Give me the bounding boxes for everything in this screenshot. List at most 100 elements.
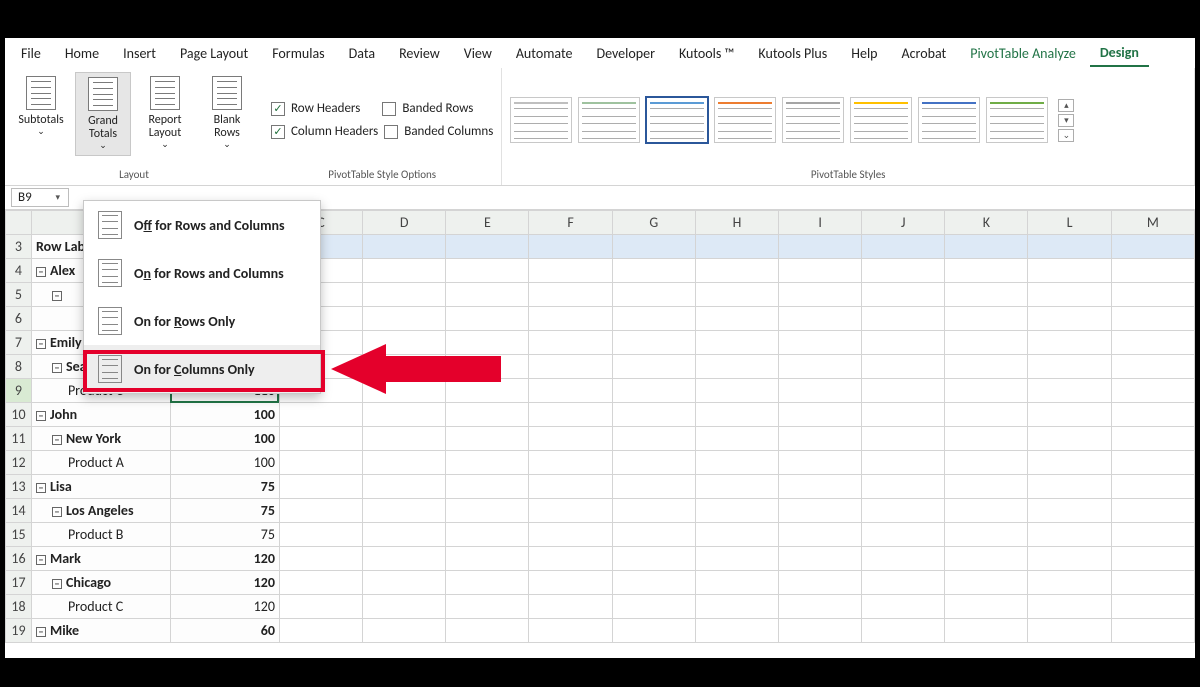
collapse-icon[interactable]: − bbox=[36, 339, 46, 349]
pivot-style-thumb[interactable] bbox=[986, 97, 1048, 143]
cell[interactable] bbox=[446, 547, 529, 571]
column-header[interactable]: G bbox=[612, 211, 695, 235]
cell[interactable] bbox=[695, 499, 778, 523]
banded-columns-checkbox[interactable]: Banded Columns bbox=[384, 124, 493, 139]
cell[interactable] bbox=[862, 451, 945, 475]
pivot-row-label[interactable]: Product A bbox=[31, 451, 170, 475]
row-header[interactable]: 18 bbox=[6, 595, 32, 619]
cell[interactable] bbox=[1028, 475, 1111, 499]
row-header[interactable]: 4 bbox=[6, 259, 32, 283]
cell[interactable] bbox=[529, 283, 612, 307]
cell[interactable] bbox=[1111, 259, 1194, 283]
column-header[interactable]: E bbox=[446, 211, 529, 235]
cell[interactable] bbox=[363, 283, 446, 307]
cell[interactable] bbox=[1028, 259, 1111, 283]
column-header[interactable]: I bbox=[779, 211, 862, 235]
row-header[interactable]: 8 bbox=[6, 355, 32, 379]
cell[interactable] bbox=[779, 307, 862, 331]
cell[interactable] bbox=[695, 523, 778, 547]
cell[interactable] bbox=[612, 283, 695, 307]
cell[interactable] bbox=[779, 523, 862, 547]
cell[interactable] bbox=[945, 307, 1028, 331]
pivot-value-cell[interactable]: 120 bbox=[170, 595, 279, 619]
cell[interactable] bbox=[446, 523, 529, 547]
cell[interactable] bbox=[1028, 619, 1111, 643]
tab-acrobat[interactable]: Acrobat bbox=[892, 41, 957, 66]
row-header[interactable]: 15 bbox=[6, 523, 32, 547]
banded-rows-checkbox[interactable]: Banded Rows bbox=[382, 101, 473, 116]
cell[interactable] bbox=[945, 403, 1028, 427]
cell[interactable] bbox=[695, 547, 778, 571]
cell[interactable] bbox=[363, 379, 446, 403]
pivot-style-thumb[interactable] bbox=[578, 97, 640, 143]
cell[interactable] bbox=[695, 235, 778, 259]
cell[interactable] bbox=[1028, 595, 1111, 619]
cell[interactable] bbox=[695, 595, 778, 619]
cell[interactable] bbox=[529, 307, 612, 331]
pivot-style-thumb[interactable] bbox=[714, 97, 776, 143]
cell[interactable] bbox=[1111, 523, 1194, 547]
cell[interactable] bbox=[862, 595, 945, 619]
cell[interactable] bbox=[779, 355, 862, 379]
tab-kutools-[interactable]: Kutools ™ bbox=[669, 41, 744, 66]
cell[interactable] bbox=[862, 283, 945, 307]
cell[interactable] bbox=[945, 523, 1028, 547]
pivot-row-label[interactable]: −John bbox=[31, 403, 170, 427]
cell[interactable] bbox=[1111, 427, 1194, 451]
cell[interactable] bbox=[695, 259, 778, 283]
cell[interactable] bbox=[1111, 571, 1194, 595]
row-header[interactable]: 16 bbox=[6, 547, 32, 571]
pivot-style-thumb[interactable] bbox=[646, 97, 708, 143]
cell[interactable] bbox=[1028, 283, 1111, 307]
cell[interactable] bbox=[363, 307, 446, 331]
pivot-style-thumb[interactable] bbox=[782, 97, 844, 143]
cell[interactable] bbox=[862, 571, 945, 595]
pivot-row-label[interactable]: −New York bbox=[31, 427, 170, 451]
tab-pivottable-analyze[interactable]: PivotTable Analyze bbox=[960, 41, 1086, 66]
row-header[interactable]: 5 bbox=[6, 283, 32, 307]
pivot-value-cell[interactable]: 100 bbox=[170, 427, 279, 451]
tab-formulas[interactable]: Formulas bbox=[262, 41, 334, 66]
cell[interactable] bbox=[529, 595, 612, 619]
cell[interactable] bbox=[945, 331, 1028, 355]
cell[interactable] bbox=[695, 379, 778, 403]
cell[interactable] bbox=[363, 427, 446, 451]
cell[interactable] bbox=[1028, 451, 1111, 475]
cell[interactable] bbox=[1111, 307, 1194, 331]
cell[interactable] bbox=[1111, 355, 1194, 379]
pivot-row-label[interactable]: Product C bbox=[31, 595, 170, 619]
row-header[interactable]: 9 bbox=[6, 379, 32, 403]
cell[interactable] bbox=[695, 619, 778, 643]
cell[interactable] bbox=[529, 427, 612, 451]
pivot-style-thumb[interactable] bbox=[510, 97, 572, 143]
cell[interactable] bbox=[363, 523, 446, 547]
cell[interactable] bbox=[279, 451, 362, 475]
cell[interactable] bbox=[695, 403, 778, 427]
collapse-icon[interactable]: − bbox=[36, 411, 46, 421]
cell[interactable] bbox=[695, 475, 778, 499]
cell[interactable] bbox=[529, 331, 612, 355]
styles-scroll-down-icon[interactable]: ▾ bbox=[1058, 114, 1074, 127]
collapse-icon[interactable]: − bbox=[36, 267, 46, 277]
cell[interactable] bbox=[612, 619, 695, 643]
tab-help[interactable]: Help bbox=[841, 41, 887, 66]
cell[interactable] bbox=[446, 499, 529, 523]
cell[interactable] bbox=[446, 355, 529, 379]
cell[interactable] bbox=[446, 571, 529, 595]
cell[interactable] bbox=[695, 283, 778, 307]
report-layout-button[interactable]: Report Layout⌄ bbox=[137, 72, 193, 154]
cell[interactable] bbox=[363, 235, 446, 259]
cell[interactable] bbox=[862, 427, 945, 451]
cell[interactable] bbox=[363, 547, 446, 571]
cell[interactable] bbox=[779, 379, 862, 403]
cell[interactable] bbox=[862, 499, 945, 523]
collapse-icon[interactable]: − bbox=[52, 507, 62, 517]
pivot-row-label[interactable]: −Mark bbox=[31, 547, 170, 571]
cell[interactable] bbox=[1111, 403, 1194, 427]
tab-developer[interactable]: Developer bbox=[586, 41, 664, 66]
cell[interactable] bbox=[612, 451, 695, 475]
cell[interactable] bbox=[363, 259, 446, 283]
cell[interactable] bbox=[945, 427, 1028, 451]
cell[interactable] bbox=[862, 619, 945, 643]
cell[interactable] bbox=[446, 619, 529, 643]
